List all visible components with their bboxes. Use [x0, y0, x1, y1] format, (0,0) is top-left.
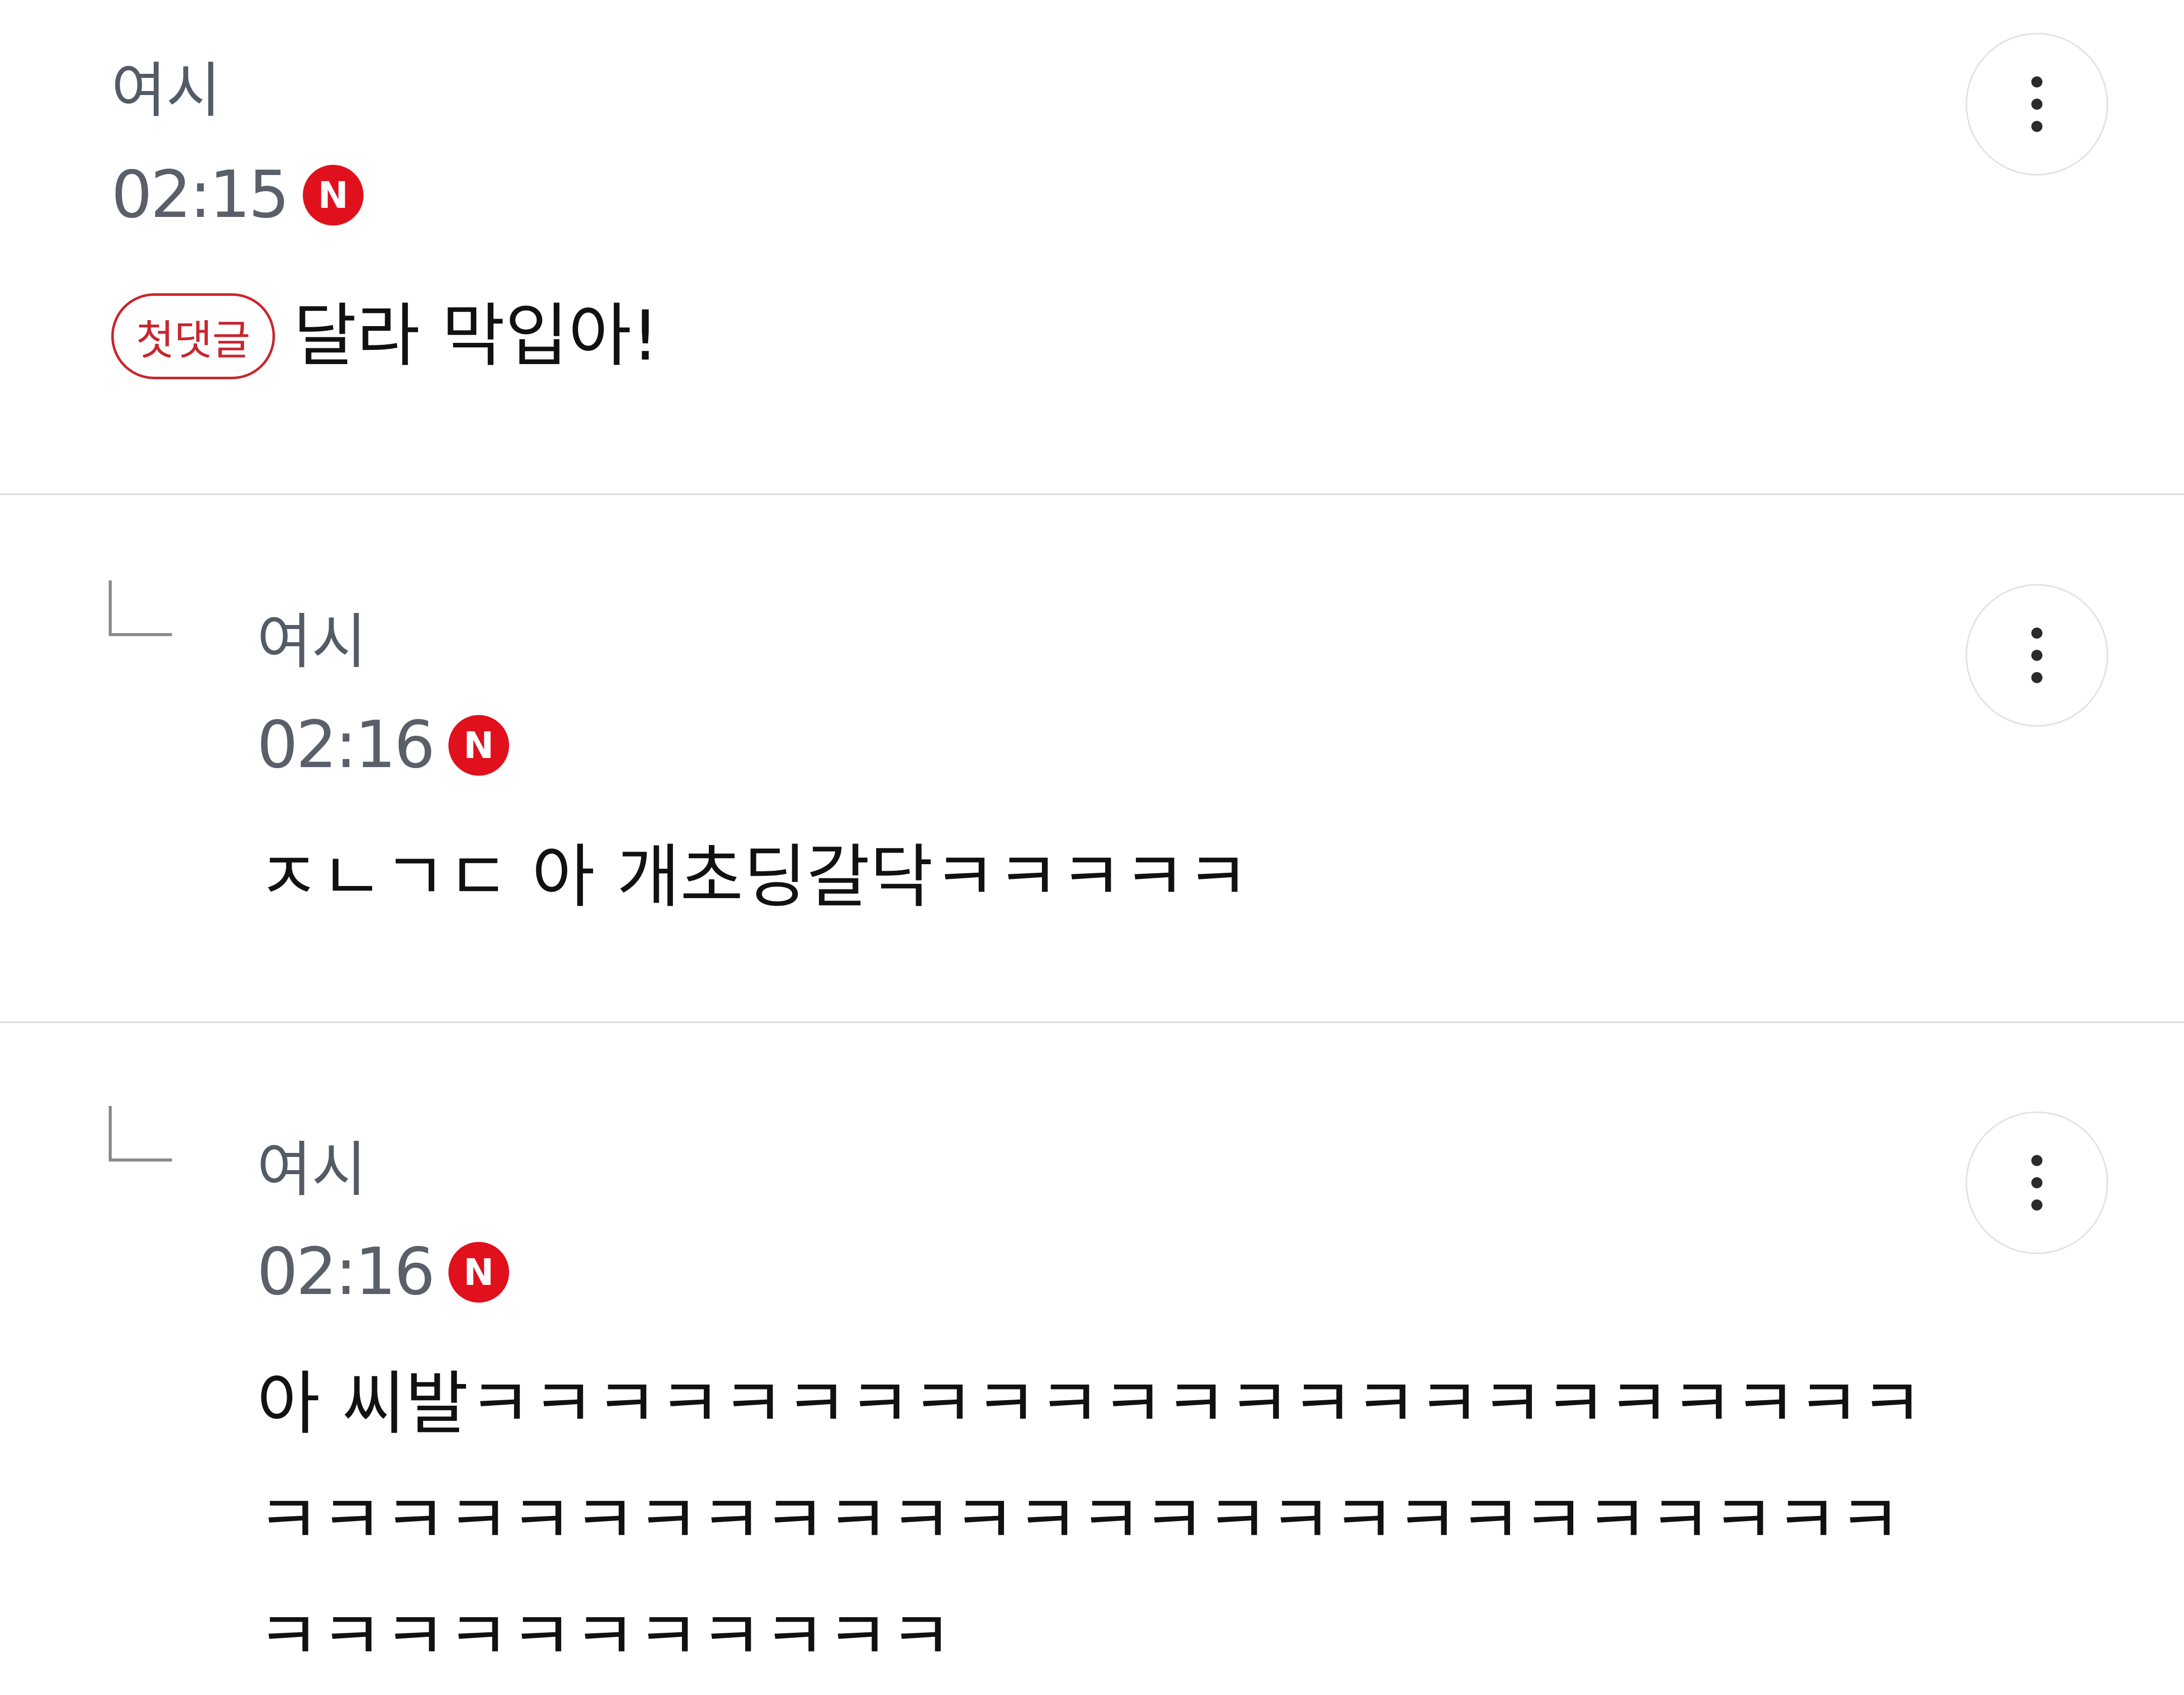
more-vertical-icon — [2031, 1155, 2042, 1166]
divider — [0, 494, 2184, 495]
comment-text: ㅈㄴㄱㄷ 아 개초딩갈닥ㅋㅋㅋㅋㅋ — [257, 837, 1250, 917]
reply-comment-item: 여시 02:16 N ㅈㄴㄱㄷ 아 개초딩갈닥ㅋㅋㅋㅋㅋ — [0, 496, 2184, 1021]
new-badge: N — [448, 715, 509, 776]
reply-arrow-icon — [109, 1106, 172, 1162]
first-comment-badge: 첫댓글 — [111, 293, 276, 379]
comment-item: 여시 02:15 N 첫댓글 달라 막입아! — [0, 0, 2184, 495]
more-options-button[interactable] — [1966, 33, 2108, 175]
comment-meta: 02:15 N — [111, 163, 363, 228]
more-vertical-icon — [2031, 1177, 2042, 1188]
comment-time: 02:16 — [257, 1234, 435, 1310]
comment-author[interactable]: 여시 — [257, 1140, 367, 1199]
comment-content-row: 아 씨발ㅋㅋㅋㅋㅋㅋㅋㅋㅋㅋㅋㅋㅋㅋㅋㅋㅋㅋㅋㅋㅋㅋㅋㅋㅋㅋㅋㅋㅋㅋㅋㅋㅋㅋㅋㅋ… — [257, 1346, 1945, 1695]
new-badge: N — [448, 1242, 509, 1303]
more-vertical-icon — [2031, 672, 2042, 683]
comment-content-row: ㅈㄴㄱㄷ 아 개초딩갈닥ㅋㅋㅋㅋㅋ — [257, 819, 1249, 935]
new-badge: N — [302, 165, 363, 226]
reply-comment-item: 여시 02:16 N 아 씨발ㅋㅋㅋㅋㅋㅋㅋㅋㅋㅋㅋㅋㅋㅋㅋㅋㅋㅋㅋㅋㅋㅋㅋㅋㅋ… — [0, 1022, 2184, 1677]
comment-time: 02:15 — [111, 157, 290, 233]
comment-content-row: 첫댓글 달라 막입아! — [111, 278, 659, 394]
more-vertical-icon — [2031, 650, 2042, 661]
comment-meta: 02:16 N — [257, 1240, 509, 1305]
more-vertical-icon — [2031, 628, 2042, 639]
comment-text: 달라 막입아! — [293, 296, 659, 376]
comment-author[interactable]: 여시 — [257, 612, 367, 672]
more-vertical-icon — [2031, 121, 2042, 132]
more-vertical-icon — [2031, 76, 2042, 87]
comment-meta: 02:16 N — [257, 713, 509, 778]
comment-time: 02:16 — [257, 707, 435, 783]
more-vertical-icon — [2031, 99, 2042, 110]
reply-arrow-icon — [109, 581, 172, 636]
comment-text: 아 씨발ㅋㅋㅋㅋㅋㅋㅋㅋㅋㅋㅋㅋㅋㅋㅋㅋㅋㅋㅋㅋㅋㅋㅋㅋㅋㅋㅋㅋㅋㅋㅋㅋㅋㅋㅋㅋ… — [257, 1364, 1924, 1677]
comment-author[interactable]: 여시 — [111, 61, 221, 120]
more-options-button[interactable] — [1966, 1111, 2108, 1254]
more-vertical-icon — [2031, 1199, 2042, 1211]
more-options-button[interactable] — [1966, 584, 2108, 727]
